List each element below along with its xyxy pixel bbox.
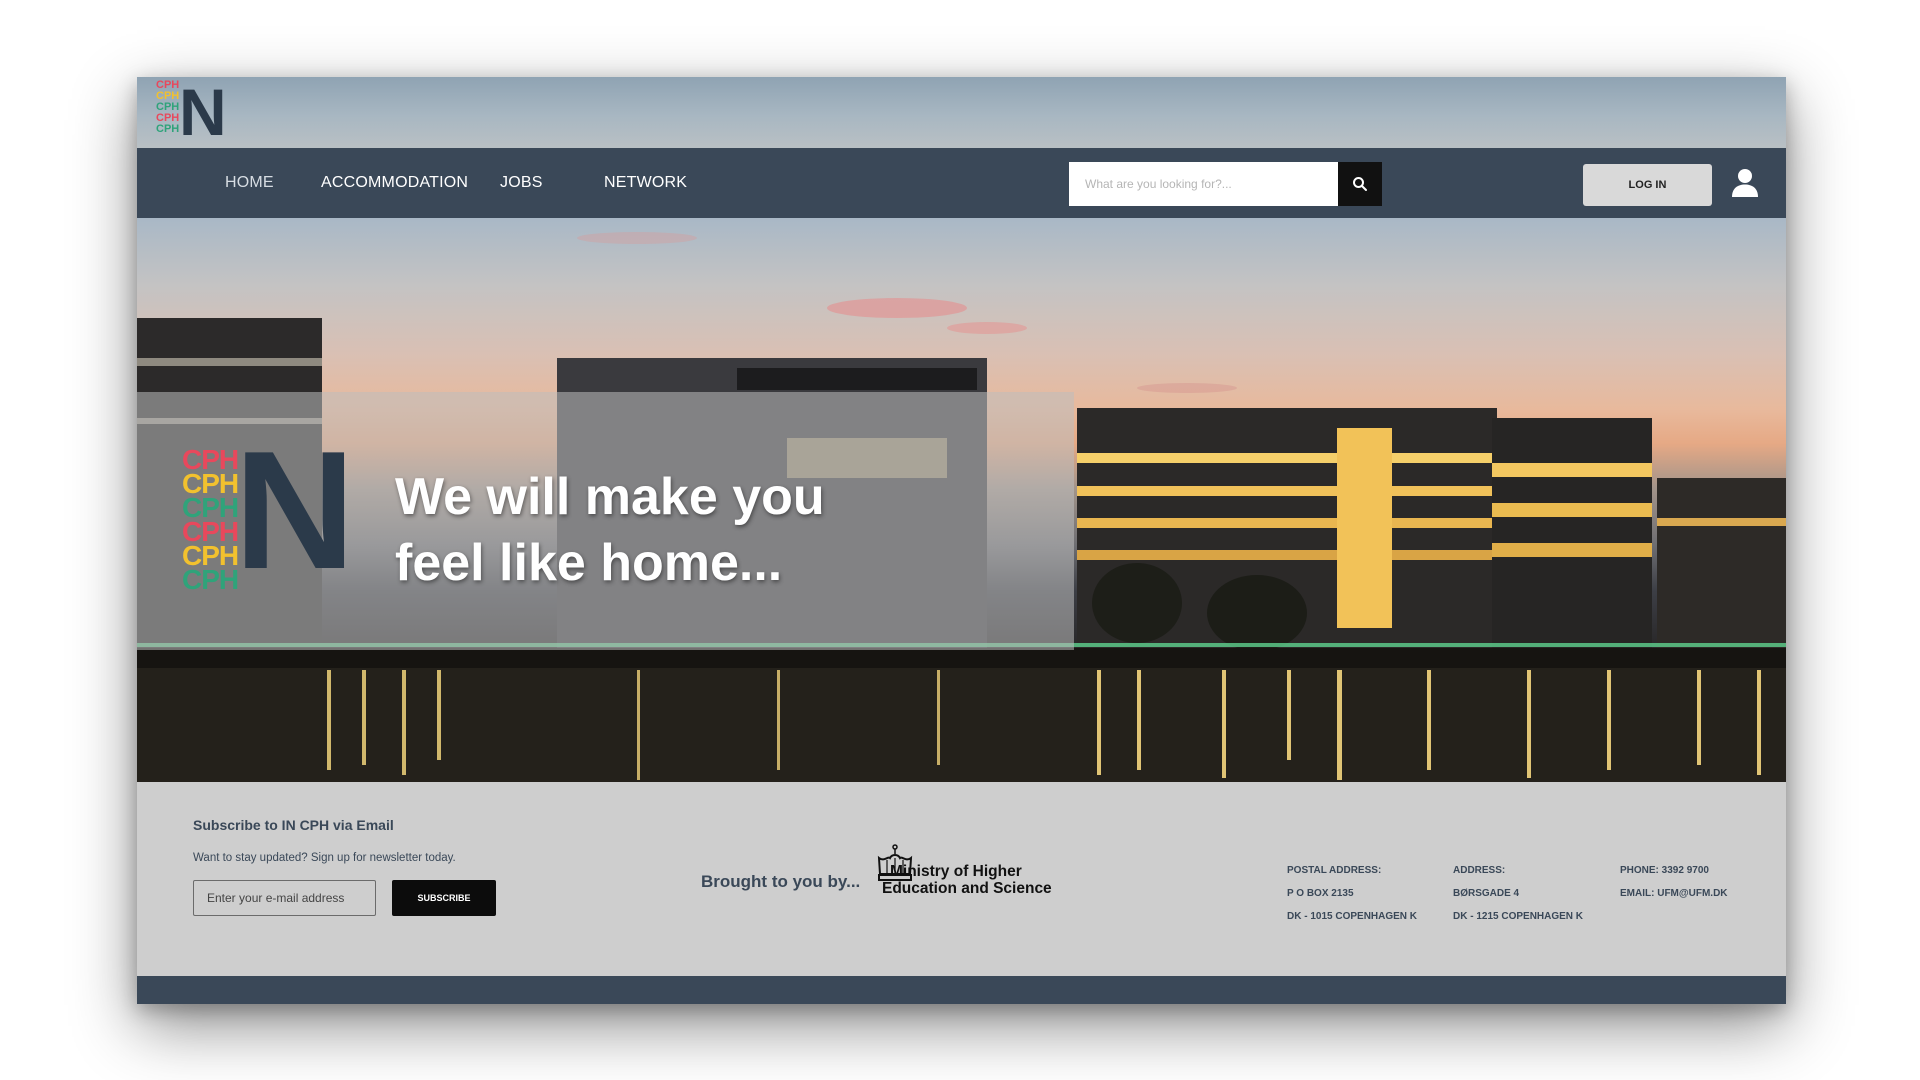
logo-cph-text: CPH	[156, 123, 180, 135]
hero-logo-cph-stack: CPH CPH CPH CPH CPH CPH	[182, 446, 239, 595]
footer-bottom-bar	[137, 976, 1786, 1004]
address-line: DK - 1215 COPENHAGEN K	[1453, 911, 1584, 922]
nav-item-network[interactable]: NETWORK	[604, 148, 687, 218]
login-button[interactable]: LOG IN	[1583, 164, 1712, 206]
hero-banner: CPH CPH CPH CPH CPH CPH N We will make y…	[137, 218, 1786, 782]
search-input[interactable]	[1069, 162, 1338, 206]
postal-address-line: DK - 1015 COPENHAGEN K	[1287, 911, 1418, 922]
brought-to-you-text: Brought to you by...	[701, 872, 861, 891]
nav-item-accommodation[interactable]: ACCOMMODATION	[321, 148, 468, 218]
top-banner-strip: CPH CPH CPH CPH CPH N	[137, 77, 1786, 149]
search-icon	[1353, 177, 1367, 191]
ministry-line: Education and Science	[882, 880, 1052, 897]
street-address: ADDRESS: BØRSGADE 4 DK - 1215 COPENHAGEN…	[1453, 859, 1583, 928]
postal-address: POSTAL ADDRESS: P O BOX 2135 DK - 1015 C…	[1287, 859, 1417, 928]
search-bar	[1069, 162, 1382, 206]
address-line: BØRSGADE 4	[1453, 888, 1520, 899]
phone-number: PHONE: 3392 9700	[1620, 865, 1709, 876]
subscribe-title: Subscribe to IN CPH via Email	[193, 817, 394, 833]
postal-address-line: P O BOX 2135	[1287, 888, 1354, 899]
hero-headline-line: We will make you	[395, 468, 825, 526]
email-field[interactable]	[193, 880, 376, 916]
user-account-icon[interactable]	[1729, 166, 1761, 198]
subscribe-description: Want to stay updated? Sign up for newsle…	[193, 852, 456, 864]
browser-page: CPH CPH CPH CPH CPH N HOME ACCOMMODATION…	[137, 77, 1786, 1004]
footer: Subscribe to IN CPH via Email Want to st…	[137, 782, 1786, 976]
site-logo[interactable]: CPH CPH CPH CPH CPH N	[156, 77, 227, 149]
main-navigation: HOME ACCOMMODATION JOBS NETWORK LOG IN	[137, 148, 1786, 218]
nav-item-home[interactable]: HOME	[225, 148, 274, 218]
ministry-logo-text: Ministry of Higher Education and Science	[882, 863, 1052, 897]
hero-logo-cph-text: CPH	[182, 564, 239, 595]
contact-info: PHONE: 3392 9700 EMAIL: UFM@UFM.DK	[1620, 859, 1728, 905]
hero-headline-line: feel like home...	[395, 534, 783, 592]
postal-address-label: POSTAL ADDRESS:	[1287, 865, 1382, 876]
email-link[interactable]: EMAIL: UFM@UFM.DK	[1620, 882, 1728, 905]
subscribe-button[interactable]: SUBSCRIBE	[392, 880, 496, 916]
hero-logo-n-letter: N	[234, 416, 356, 604]
logo-cph-stack: CPH CPH CPH CPH CPH	[156, 80, 179, 135]
logo-n-letter: N	[179, 77, 227, 149]
ministry-line: Ministry of Higher	[890, 863, 1022, 880]
nav-item-jobs[interactable]: JOBS	[500, 148, 543, 218]
hero-logo: CPH CPH CPH CPH CPH CPH N	[182, 426, 355, 602]
address-label: ADDRESS:	[1453, 865, 1506, 876]
search-button[interactable]	[1338, 162, 1382, 206]
hero-headline: We will make you feel like home...	[395, 464, 1035, 596]
